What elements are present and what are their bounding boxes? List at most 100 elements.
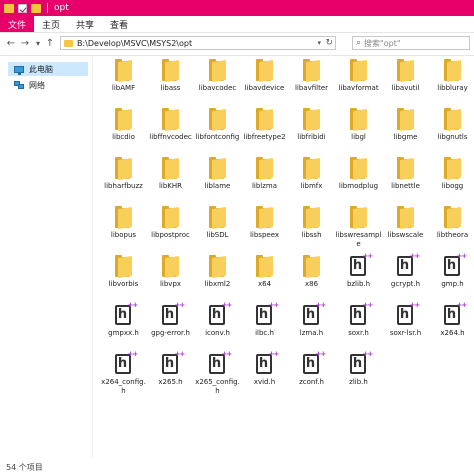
title-separator xyxy=(47,3,48,13)
file-item[interactable]: h ++ lzma.h xyxy=(288,302,335,351)
folder-item[interactable]: libffnvcodec xyxy=(147,107,194,155)
file-name: gpg-error.h xyxy=(151,329,190,337)
search-input[interactable]: ⌕ 搜索"opt" xyxy=(352,36,470,50)
folder-item[interactable]: libKHR xyxy=(147,156,194,204)
file-name: x264.h xyxy=(440,329,465,337)
folder-item[interactable]: libssh xyxy=(288,205,335,253)
file-item[interactable]: h ++ xvid.h xyxy=(241,351,288,400)
address-bar: ← → ▾ ↑ B:\Develop\MSVC\MSYS2\opt ▾ ↻ ⌕ … xyxy=(0,33,474,56)
file-item[interactable]: h ++ zconf.h xyxy=(288,351,335,400)
chevron-down-icon[interactable]: ▾ xyxy=(317,37,321,49)
folder-item[interactable]: libvorbis xyxy=(100,254,147,302)
folder-icon xyxy=(442,107,464,131)
folder-icon xyxy=(395,58,417,82)
folder-item[interactable]: libbluray xyxy=(429,58,474,106)
folder-item[interactable]: x86 xyxy=(288,254,335,302)
file-item[interactable]: h ++ gcrypt.h xyxy=(382,253,429,302)
file-item[interactable]: h ++ x265.h xyxy=(147,351,194,400)
folder-item[interactable]: liblzma xyxy=(241,156,288,204)
folder-item[interactable]: libgme xyxy=(382,107,429,155)
folder-item[interactable]: x64 xyxy=(241,254,288,302)
folder-icon xyxy=(4,3,14,13)
folder-item[interactable]: libswresample xyxy=(335,205,382,253)
file-name: libAMF xyxy=(111,84,136,92)
tab-home[interactable]: 主页 xyxy=(34,16,68,32)
folder-item[interactable]: libmodplug xyxy=(335,156,382,204)
file-name: libSDL xyxy=(206,231,229,239)
header-file-icon: h ++ xyxy=(207,351,232,376)
nav-item-this-pc[interactable]: 此电脑 xyxy=(8,62,88,76)
folder-icon xyxy=(301,254,323,278)
folder-item[interactable]: libspeex xyxy=(241,205,288,253)
refresh-icon[interactable]: ↻ xyxy=(325,37,333,49)
status-bar: 54 个项目 xyxy=(0,460,474,474)
folder-item[interactable]: libogg xyxy=(429,156,474,204)
folder-item[interactable]: liblame xyxy=(194,156,241,204)
file-name: libssh xyxy=(301,231,322,239)
file-item[interactable]: h ++ x265_config.h xyxy=(194,351,241,400)
folder-item[interactable]: libopus xyxy=(100,205,147,253)
folder-item[interactable]: libpostproc xyxy=(147,205,194,253)
folder-icon xyxy=(160,107,182,131)
back-arrow-icon[interactable]: ← xyxy=(4,37,18,51)
up-arrow-icon[interactable]: ↑ xyxy=(43,37,57,51)
folder-icon xyxy=(348,107,370,131)
folder-item[interactable]: libvpx xyxy=(147,254,194,302)
file-name: iconv.h xyxy=(205,329,230,337)
file-name: libnettle xyxy=(391,182,420,190)
folder-item[interactable]: libSDL xyxy=(194,205,241,253)
file-item[interactable]: h ++ gmp.h xyxy=(429,253,474,302)
file-item[interactable]: h ++ x264.h xyxy=(429,302,474,351)
file-item[interactable]: h ++ gpg-error.h xyxy=(147,302,194,351)
new-folder-icon[interactable] xyxy=(31,3,41,13)
nav-item-network[interactable]: 网络 xyxy=(14,78,45,92)
folder-item[interactable]: libfribidi xyxy=(288,107,335,155)
tab-file[interactable]: 文件 xyxy=(0,16,35,32)
folder-icon xyxy=(113,205,135,229)
folder-icon xyxy=(254,58,276,82)
tab-share[interactable]: 共享 xyxy=(68,16,102,32)
file-name: libavdevice xyxy=(244,84,285,92)
file-item[interactable]: h ++ zlib.h xyxy=(335,351,382,400)
tab-view[interactable]: 查看 xyxy=(102,16,136,32)
folder-icon xyxy=(160,156,182,180)
properties-icon[interactable] xyxy=(18,3,27,13)
folder-item[interactable]: libcdio xyxy=(100,107,147,155)
folder-item[interactable]: libxml2 xyxy=(194,254,241,302)
folder-item[interactable]: libnettle xyxy=(382,156,429,204)
folder-item[interactable]: libavcodec xyxy=(194,58,241,106)
file-item[interactable]: h ++ iconv.h xyxy=(194,302,241,351)
file-name: liblame xyxy=(204,182,231,190)
folder-item[interactable]: libavformat xyxy=(335,58,382,106)
folder-item[interactable]: libharfbuzz xyxy=(100,156,147,204)
folder-item[interactable]: libmfx xyxy=(288,156,335,204)
forward-arrow-icon[interactable]: → xyxy=(18,37,32,51)
folder-item[interactable]: libgnutls xyxy=(429,107,474,155)
file-item[interactable]: h ++ soxr-lsr.h xyxy=(382,302,429,351)
file-name: xvid.h xyxy=(253,378,276,386)
address-field[interactable]: B:\Develop\MSVC\MSYS2\opt ▾ ↻ xyxy=(60,36,336,50)
file-name: libKHR xyxy=(158,182,183,190)
folder-item[interactable]: libfontconfig xyxy=(194,107,241,155)
folder-item[interactable]: libgl xyxy=(335,107,382,155)
folder-item[interactable]: libavutil xyxy=(382,58,429,106)
file-item[interactable]: h ++ x264_config.h xyxy=(100,351,147,400)
folder-item[interactable]: libavdevice xyxy=(241,58,288,106)
file-name: libbluray xyxy=(437,84,468,92)
folder-item[interactable]: libtheora xyxy=(429,205,474,253)
file-name: libffnvcodec xyxy=(149,133,192,141)
file-item[interactable]: h ++ bzlib.h xyxy=(335,253,382,302)
folder-item[interactable]: libass xyxy=(147,58,194,106)
file-name: libogg xyxy=(441,182,464,190)
folder-icon xyxy=(395,107,417,131)
folder-item[interactable]: libAMF xyxy=(100,58,147,106)
file-item[interactable]: h ++ soxr.h xyxy=(335,302,382,351)
file-item[interactable]: h ++ ilbc.h xyxy=(241,302,288,351)
file-item[interactable]: h ++ gmpxx.h xyxy=(100,302,147,351)
folder-item[interactable]: libfreetype2 xyxy=(241,107,288,155)
folder-item[interactable]: libavfilter xyxy=(288,58,335,106)
file-name: libvorbis xyxy=(108,280,139,288)
file-name: libtheora xyxy=(436,231,469,239)
header-file-icon: h ++ xyxy=(348,302,373,327)
folder-item[interactable]: libswscale xyxy=(382,205,429,253)
